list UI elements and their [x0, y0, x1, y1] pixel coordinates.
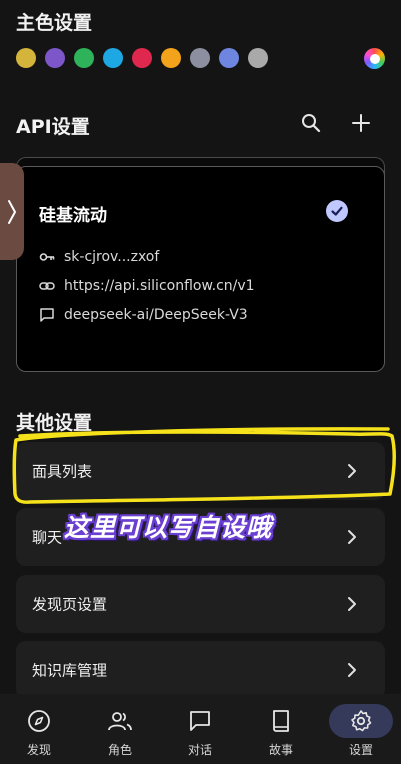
chevron-right-icon — [348, 597, 356, 611]
provider-name: 硅基流动 — [39, 206, 107, 226]
color-swatch[interactable] — [190, 48, 210, 68]
people-icon — [108, 712, 132, 731]
nav-label: 角色 — [107, 743, 132, 757]
custom-color-palette-button[interactable] — [364, 48, 385, 69]
nav-item-discover[interactable]: 发现 — [9, 704, 69, 758]
nav-item-stories[interactable]: 故事 — [251, 704, 311, 758]
color-swatch[interactable] — [74, 48, 94, 68]
chevron-right-icon — [8, 199, 16, 224]
nav-label: 对话 — [187, 743, 212, 757]
nav-item-chats[interactable]: 对话 — [170, 704, 230, 758]
gear-icon — [351, 710, 372, 732]
chevron-right-icon — [348, 530, 356, 544]
mask-list-row[interactable]: 面具列表 — [16, 442, 385, 500]
color-swatch[interactable] — [161, 48, 181, 68]
color-swatches — [16, 48, 268, 68]
search-icon — [302, 114, 321, 133]
color-swatch[interactable] — [16, 48, 36, 68]
setting-label: 发现页设置 — [32, 595, 108, 614]
annotation-caption: 这里可以写自设哦 — [64, 513, 273, 542]
api-settings-title: API设置 — [16, 116, 90, 138]
search-button[interactable] — [298, 110, 324, 136]
discover-settings-row[interactable]: 发现页设置 — [16, 575, 385, 633]
setting-label: 知识库管理 — [32, 661, 108, 680]
chevron-right-icon — [348, 663, 356, 677]
color-swatch[interactable] — [45, 48, 65, 68]
api-key-value: sk-cjrov...zxof — [64, 249, 160, 265]
message-icon — [40, 308, 54, 322]
api-url-row: https://api.siliconflow.cn/v1 — [39, 278, 255, 294]
color-swatch[interactable] — [248, 48, 268, 68]
nav-label: 发现 — [26, 743, 51, 757]
plus-icon — [352, 114, 370, 132]
setting-label: 面具列表 — [32, 462, 93, 481]
setting-label: 聊天 — [32, 528, 63, 547]
chat-icon — [190, 711, 210, 731]
bottom-navigation: 发现 角色 对话 故事 设置 — [0, 694, 401, 764]
theme-color-title: 主色设置 — [16, 12, 93, 34]
nav-label: 设置 — [348, 743, 373, 757]
nav-item-characters[interactable]: 角色 — [90, 704, 150, 758]
nav-label: 故事 — [268, 743, 293, 757]
compass-icon — [28, 710, 50, 732]
side-drawer-handle[interactable] — [0, 163, 24, 260]
api-url-value: https://api.siliconflow.cn/v1 — [64, 278, 255, 294]
book-icon — [273, 710, 289, 732]
knowledge-base-row[interactable]: 知识库管理 — [16, 641, 385, 699]
other-settings-title: 其他设置 — [16, 412, 93, 434]
api-provider-card[interactable]: 硅基流动 sk-cjrov...zxof https://api.silicon… — [16, 166, 385, 372]
palette-icon — [369, 53, 380, 64]
nav-item-settings[interactable]: 设置 — [329, 704, 393, 758]
model-row: deepseek-ai/DeepSeek-V3 — [39, 307, 248, 323]
color-swatch[interactable] — [103, 48, 123, 68]
api-key-row: sk-cjrov...zxof — [39, 249, 159, 265]
model-value: deepseek-ai/DeepSeek-V3 — [64, 307, 248, 323]
chevron-right-icon — [348, 464, 356, 478]
color-swatch[interactable] — [132, 48, 152, 68]
color-swatch[interactable] — [219, 48, 239, 68]
link-icon — [39, 282, 55, 290]
key-icon — [39, 253, 55, 261]
selected-check-icon — [326, 200, 348, 222]
add-api-button[interactable] — [348, 110, 374, 136]
